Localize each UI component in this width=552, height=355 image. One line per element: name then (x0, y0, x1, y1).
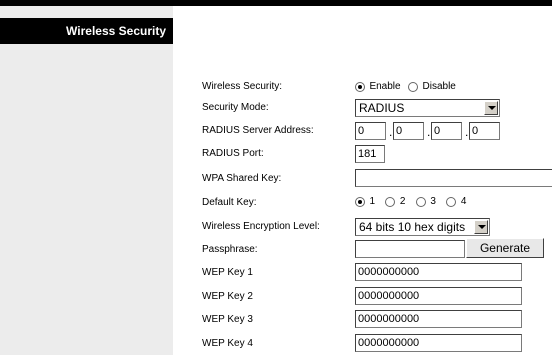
wep-key-4-input[interactable]: 0000000000 (355, 334, 522, 352)
disable-label: Disable (422, 81, 456, 92)
default-key-radio-group: 1 2 3 4 (355, 195, 466, 209)
chevron-down-icon[interactable] (484, 101, 498, 115)
wep-key-1-input[interactable]: 0000000000 (355, 263, 522, 281)
default-key-radio-4[interactable] (446, 197, 457, 207)
radius-octet-1[interactable]: 0 (355, 122, 386, 140)
security-mode-select[interactable]: RADIUS (355, 99, 500, 117)
default-key-option-label: 2 (399, 196, 406, 207)
enable-radio[interactable] (355, 82, 365, 92)
security-mode-label: Security Mode: (202, 102, 269, 113)
passphrase-input[interactable] (355, 240, 465, 258)
chevron-down-icon[interactable] (474, 220, 488, 234)
passphrase-label: Passphrase: (202, 244, 258, 255)
radius-port-input[interactable]: 181 (355, 145, 385, 163)
wep-key-1-label: WEP Key 1 (202, 267, 253, 278)
octet-separator: . (465, 125, 469, 139)
wpa-shared-key-label: WPA Shared Key: (202, 173, 282, 184)
enable-label: Enable (369, 81, 401, 92)
wireless-security-label: Wireless Security: (202, 81, 283, 92)
encryption-level-value: 64 bits 10 hex digits (359, 220, 466, 234)
wep-key-2-label: WEP Key 2 (202, 291, 253, 302)
octet-separator: . (427, 125, 431, 139)
encryption-level-select[interactable]: 64 bits 10 hex digits (355, 218, 490, 236)
default-key-radio-1[interactable] (355, 197, 365, 207)
generate-button[interactable]: Generate (466, 238, 544, 258)
octet-separator: . (389, 125, 393, 139)
wep-key-3-label: WEP Key 3 (202, 314, 253, 325)
radius-port-label: RADIUS Port: (202, 148, 264, 159)
radius-octet-2[interactable]: 0 (393, 122, 424, 140)
wep-key-3-input[interactable]: 0000000000 (355, 310, 522, 328)
radius-octet-3[interactable]: 0 (431, 122, 462, 140)
default-key-option-label: 3 (430, 196, 436, 207)
wep-key-2-input[interactable]: 0000000000 (355, 287, 522, 305)
default-key-option-label: 1 (369, 196, 376, 207)
default-key-label: Default Key: (202, 197, 257, 208)
wireless-security-radio-group: Enable Disable (355, 80, 456, 94)
default-key-radio-3[interactable] (415, 197, 426, 207)
security-mode-value: RADIUS (359, 101, 405, 115)
radius-octet-4[interactable]: 0 (469, 122, 500, 140)
sidebar: Wireless Security (0, 6, 173, 355)
wep-key-4-label: WEP Key 4 (202, 338, 253, 349)
wpa-shared-key-input[interactable] (355, 169, 552, 187)
default-key-option-label: 4 (460, 196, 467, 207)
disable-radio[interactable] (408, 82, 419, 92)
radius-server-label: RADIUS Server Address: (202, 125, 314, 136)
default-key-radio-2[interactable] (385, 197, 396, 207)
sidebar-title: Wireless Security (0, 18, 173, 44)
encryption-level-label: Wireless Encryption Level: (202, 221, 320, 232)
